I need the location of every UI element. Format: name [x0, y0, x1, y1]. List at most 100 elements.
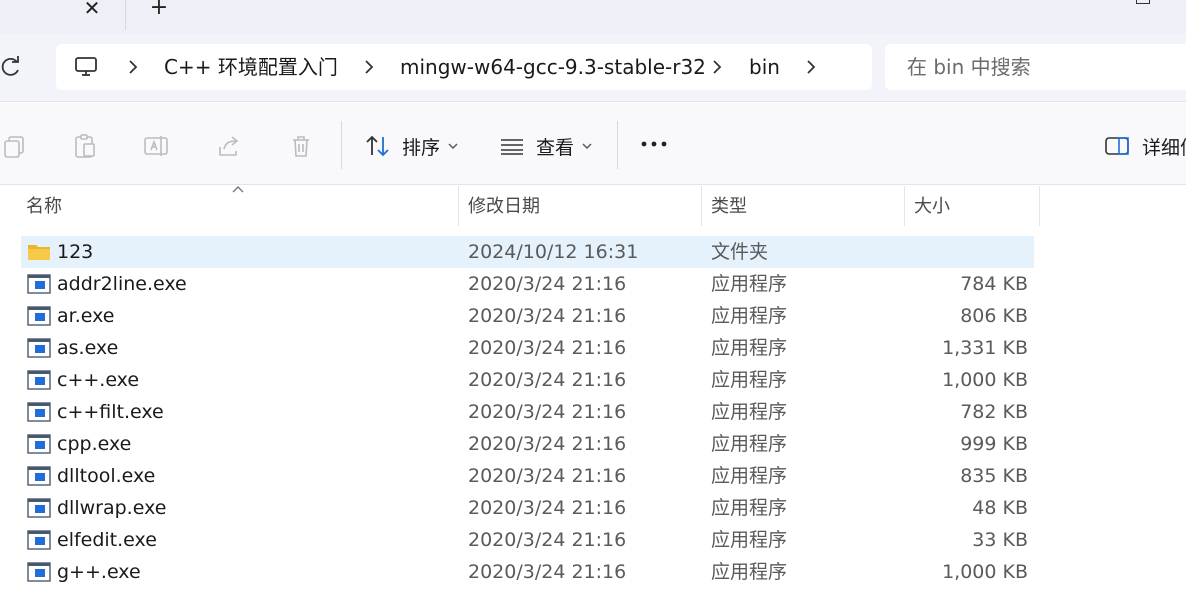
column-divider[interactable] — [458, 186, 459, 226]
file-type: 应用程序 — [711, 529, 788, 551]
file-modified: 2020/3/24 21:16 — [468, 497, 627, 519]
file-size: 835 KB — [960, 465, 1028, 487]
chevron-right-icon[interactable] — [362, 57, 376, 77]
chevron-right-icon[interactable] — [710, 57, 724, 77]
app-icon — [27, 274, 51, 294]
column-header-modified[interactable]: 修改日期 — [468, 196, 540, 218]
file-row[interactable]: cpp.exe 2020/3/24 21:16 应用程序 999 KB — [21, 428, 1034, 460]
rename-icon[interactable] — [143, 133, 169, 159]
copy-icon[interactable] — [2, 133, 28, 159]
restore-window-button[interactable] — [1136, 0, 1150, 4]
column-header-name[interactable]: 名称 — [26, 196, 62, 218]
sort-button[interactable]: 排序 — [364, 129, 458, 163]
view-icon — [501, 139, 523, 155]
app-icon — [27, 306, 51, 326]
file-modified: 2024/10/12 16:31 — [468, 241, 639, 263]
file-row[interactable]: 123 2024/10/12 16:31 文件夹 — [21, 236, 1034, 268]
column-divider[interactable] — [701, 186, 702, 226]
file-modified: 2020/3/24 21:16 — [468, 529, 627, 551]
address-row: C++ 环境配置入门 mingw-w64-gcc-9.3-stable-r32 … — [0, 34, 1186, 102]
delete-icon[interactable] — [288, 133, 314, 159]
file-type: 应用程序 — [711, 561, 788, 583]
file-row[interactable]: dlltool.exe 2020/3/24 21:16 应用程序 835 KB — [21, 460, 1034, 492]
file-name: dlltool.exe — [57, 465, 156, 487]
more-options-icon[interactable] — [640, 140, 668, 148]
computer-icon[interactable] — [74, 56, 98, 78]
close-tab-button[interactable]: ✕ — [80, 0, 104, 20]
file-explorer-window: ✕ + C++ 环境配置入门 mingw-w64-gcc-9.3-stable-… — [0, 0, 1186, 591]
breadcrumb-item-project[interactable]: C++ 环境配置入门 — [164, 56, 338, 78]
details-pane-icon — [1105, 137, 1129, 155]
breadcrumb-item-mingw[interactable]: mingw-w64-gcc-9.3-stable-r32 — [400, 56, 706, 78]
chevron-down-icon — [582, 143, 592, 149]
toolbar-divider — [617, 121, 618, 169]
column-header-size[interactable]: 大小 — [914, 196, 950, 218]
column-divider[interactable] — [904, 186, 905, 226]
details-pane-button[interactable]: 详细信 — [1104, 129, 1186, 163]
file-modified: 2020/3/24 21:16 — [468, 401, 627, 423]
chevron-right-icon[interactable] — [804, 57, 818, 77]
file-type: 应用程序 — [711, 433, 788, 455]
sort-ascending-icon — [232, 186, 244, 193]
search-input[interactable]: 在 bin 中搜索 — [885, 44, 1186, 90]
file-type: 应用程序 — [711, 465, 788, 487]
file-name: g++.exe — [57, 561, 141, 583]
file-row[interactable]: elfedit.exe 2020/3/24 21:16 应用程序 33 KB — [21, 524, 1034, 556]
file-type: 应用程序 — [711, 401, 788, 423]
file-row[interactable]: g++.exe 2020/3/24 21:16 应用程序 1,000 KB — [21, 556, 1034, 588]
file-row[interactable]: c++filt.exe 2020/3/24 21:16 应用程序 782 KB — [21, 396, 1034, 428]
refresh-icon[interactable] — [0, 56, 22, 78]
breadcrumb[interactable]: C++ 环境配置入门 mingw-w64-gcc-9.3-stable-r32 … — [56, 44, 872, 90]
app-icon — [27, 338, 51, 358]
file-row[interactable]: dllwrap.exe 2020/3/24 21:16 应用程序 48 KB — [21, 492, 1034, 524]
file-row[interactable]: c++.exe 2020/3/24 21:16 应用程序 1,000 KB — [21, 364, 1034, 396]
file-modified: 2020/3/24 21:16 — [468, 433, 627, 455]
file-name: 123 — [57, 241, 94, 263]
view-label: 查看 — [536, 136, 575, 159]
file-type: 应用程序 — [711, 337, 788, 359]
share-icon[interactable] — [216, 133, 242, 159]
app-icon — [27, 498, 51, 518]
file-row[interactable]: addr2line.exe 2020/3/24 21:16 应用程序 784 KB — [21, 268, 1034, 300]
column-divider[interactable] — [1039, 186, 1040, 226]
file-size: 806 KB — [960, 305, 1028, 327]
file-name: cpp.exe — [57, 433, 132, 455]
sort-icon — [366, 135, 389, 157]
app-icon — [27, 466, 51, 486]
column-header-row: 名称 修改日期 类型 大小 — [0, 186, 1186, 230]
file-row[interactable]: ar.exe 2020/3/24 21:16 应用程序 806 KB — [21, 300, 1034, 332]
sort-label: 排序 — [402, 136, 441, 159]
tab-strip: ✕ + — [0, 0, 1186, 34]
file-size: 782 KB — [960, 401, 1028, 423]
file-name: ar.exe — [57, 305, 115, 327]
paste-icon[interactable] — [72, 133, 98, 159]
file-size: 48 KB — [972, 497, 1028, 519]
chevron-right-icon[interactable] — [126, 57, 140, 77]
app-icon — [27, 530, 51, 550]
search-placeholder: 在 bin 中搜索 — [907, 55, 1031, 79]
file-row[interactable]: as.exe 2020/3/24 21:16 应用程序 1,331 KB — [21, 332, 1034, 364]
file-name: c++filt.exe — [57, 401, 164, 423]
toolbar-divider — [341, 121, 342, 169]
file-type: 文件夹 — [711, 241, 769, 263]
file-name: as.exe — [57, 337, 119, 359]
file-modified: 2020/3/24 21:16 — [468, 369, 627, 391]
file-modified: 2020/3/24 21:16 — [468, 561, 627, 583]
file-size: 999 KB — [960, 433, 1028, 455]
file-size: 1,000 KB — [942, 561, 1028, 583]
column-header-type[interactable]: 类型 — [711, 196, 747, 218]
file-type: 应用程序 — [711, 273, 788, 295]
file-modified: 2020/3/24 21:16 — [468, 337, 627, 359]
file-type: 应用程序 — [711, 497, 788, 519]
app-icon — [27, 402, 51, 422]
view-button[interactable]: 查看 — [498, 129, 592, 163]
details-pane-label: 详细信 — [1142, 136, 1186, 159]
new-tab-button[interactable]: + — [147, 0, 171, 20]
chevron-down-icon — [448, 143, 458, 149]
file-modified: 2020/3/24 21:16 — [468, 305, 627, 327]
tab-divider — [125, 0, 126, 30]
breadcrumb-item-bin[interactable]: bin — [749, 56, 780, 78]
file-type: 应用程序 — [711, 369, 788, 391]
app-icon — [27, 434, 51, 454]
command-bar: 排序 查看 详细信 — [0, 103, 1186, 185]
